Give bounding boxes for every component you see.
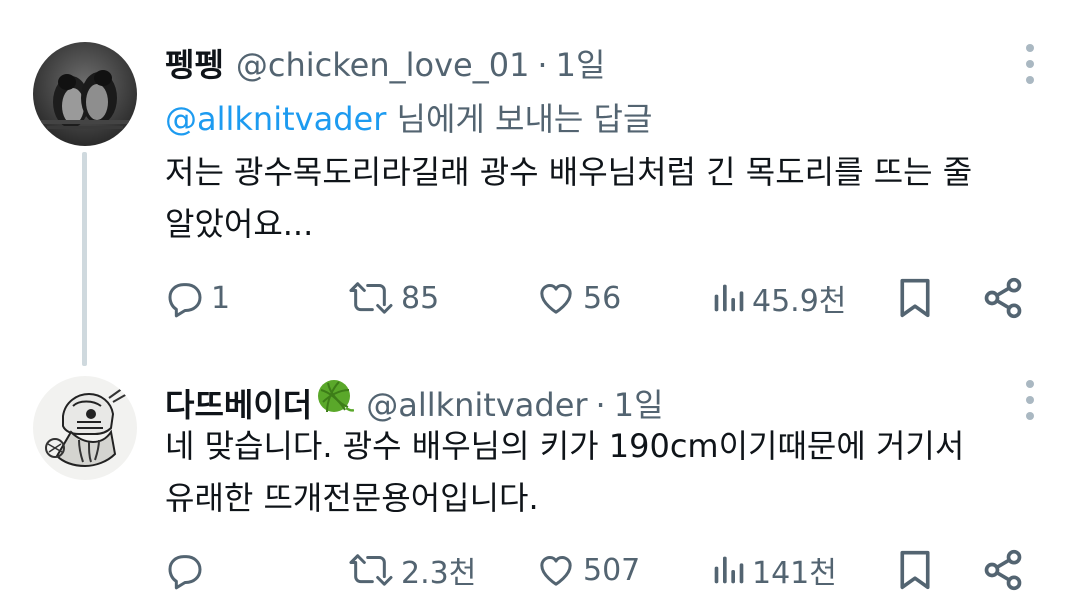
share-icon xyxy=(984,549,1022,591)
more-options-icon[interactable] xyxy=(1024,380,1036,420)
analytics-bar-icon xyxy=(714,556,744,584)
replying-to-line: @allknitvader 님에게 보내는 답글 xyxy=(165,94,652,140)
bookmark-button[interactable] xyxy=(895,546,935,594)
reply-mention-link[interactable]: @allknitvader xyxy=(165,100,386,138)
reply-to-suffix: 님에게 보내는 답글 xyxy=(386,100,653,138)
bookmark-icon xyxy=(900,278,930,318)
share-button[interactable] xyxy=(981,546,1025,594)
action-bar: 2.3천 507 141천 xyxy=(165,546,1025,594)
bookmark-icon xyxy=(900,550,930,590)
tweet-reply-2[interactable]: 다뜨베이더 @allknitvader · 1일 네 맞습니다. 광수 배우님의… xyxy=(0,340,1080,614)
like-count: 507 xyxy=(583,552,641,588)
tweet-reply-1[interactable]: 펭펭 @chicken_love_01 · 1일 @allknitvader 님… xyxy=(0,0,1080,340)
retweet-button[interactable]: 2.3천 xyxy=(347,546,476,594)
reply-icon xyxy=(168,555,202,590)
like-button[interactable]: 507 xyxy=(535,546,640,594)
knitting-vader-avatar-icon xyxy=(33,376,137,480)
reply-icon xyxy=(168,283,202,318)
retweet-count: 2.3천 xyxy=(401,556,477,591)
reply-count: 1 xyxy=(211,280,231,316)
tweet-text-line: 알았어요... xyxy=(165,205,314,243)
reply-button[interactable]: 1 xyxy=(165,274,230,322)
heart-icon xyxy=(540,556,572,586)
retweet-button[interactable]: 85 xyxy=(347,274,439,322)
user-handle[interactable]: @allknitvader xyxy=(366,386,587,424)
like-button[interactable]: 56 xyxy=(535,274,621,322)
tweet-text: 네 맞습니다. 광수 배우님의 키가 190cm이기때문에 거기서 유래한 뜨개… xyxy=(165,420,1025,524)
separator-dot: · xyxy=(595,386,606,424)
retweet-count: 85 xyxy=(401,280,440,316)
views-button[interactable]: 141천 xyxy=(710,546,837,594)
avatar[interactable] xyxy=(33,376,137,480)
tweet-text: 저는 광수목도리라길래 광수 배우님처럼 긴 목도리를 뜨는 줄 알았어요... xyxy=(165,146,1025,250)
views-button[interactable]: 45.9천 xyxy=(710,274,846,322)
share-button[interactable] xyxy=(981,274,1025,322)
tweet-text-line: 유래한 뜨개전문용어입니다. xyxy=(165,479,539,517)
tweet-text-line: 네 맞습니다. 광수 배우님의 키가 190cm이기때문에 거기서 xyxy=(165,427,965,465)
timestamp[interactable]: 1일 xyxy=(556,40,606,86)
tweet-text-line: 저는 광수목도리라길래 광수 배우님처럼 긴 목도리를 뜨는 줄 xyxy=(165,153,973,191)
separator-dot: · xyxy=(537,46,548,84)
view-count: 45.9천 xyxy=(752,284,847,319)
retweet-icon xyxy=(349,554,393,586)
penguin-photo-avatar-icon xyxy=(33,42,137,146)
reply-button[interactable] xyxy=(165,546,211,594)
analytics-bar-icon xyxy=(714,284,744,312)
share-icon xyxy=(984,277,1022,319)
display-name[interactable]: 펭펭 xyxy=(165,40,224,86)
like-count: 56 xyxy=(583,280,622,316)
retweet-icon xyxy=(349,282,393,314)
yarn-ball-emoji-icon xyxy=(318,380,355,413)
heart-icon xyxy=(540,284,572,314)
bookmark-button[interactable] xyxy=(895,274,935,322)
view-count: 141천 xyxy=(752,556,837,591)
more-options-icon[interactable] xyxy=(1024,44,1036,84)
user-handle[interactable]: @chicken_love_01 xyxy=(236,46,530,84)
avatar[interactable] xyxy=(33,42,137,146)
action-bar: 1 85 56 45.9천 xyxy=(165,274,1025,322)
